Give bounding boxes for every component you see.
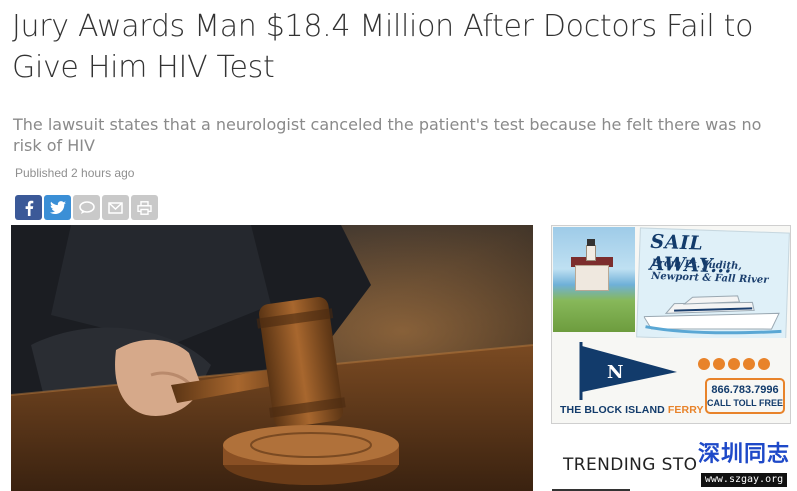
lighthouse-photo [553,227,635,332]
article-hero-image [11,225,533,491]
watermark-url: www.szgay.org [700,473,788,487]
comments-button[interactable] [73,195,100,220]
facebook-share-button[interactable] [15,195,42,220]
email-share-button[interactable] [102,195,129,220]
published-time: Published 2 hours ago [15,166,135,180]
ad-brand-accent: FERRY [667,404,704,416]
ferry-advertisement[interactable]: SAIL AWAY... From Pt. Judith, Newport & … [551,225,791,424]
ad-route: From Pt. Judith, Newport & Fall River [651,257,769,286]
gavel-image [11,225,533,491]
trending-stories-heading: TRENDING STO [563,455,698,475]
ad-brand-main: THE BLOCK ISLAND [560,404,665,416]
pinterest-icon [728,358,740,370]
printer-icon [137,200,152,215]
site-watermark: 深圳同志 www.szgay.org [692,441,796,489]
article-headline: Jury Awards Man $18.4 Million After Doct… [12,9,754,85]
comment-icon [78,200,95,214]
article-subheadline: The lawsuit states that a neurologist ca… [13,115,762,155]
twitter-icon [713,358,725,370]
ad-brand-name: THE BLOCK ISLAND FERRY [560,404,704,416]
watermark-chinese-text: 深圳同志 [697,442,790,467]
ad-social-icons [698,358,770,370]
ferry-pennant-icon: N [579,342,677,400]
instagram-icon [743,358,755,370]
svg-text:N: N [607,362,623,383]
facebook-icon [698,358,710,370]
facebook-icon [25,200,33,216]
print-button[interactable] [131,195,158,220]
ad-phone-box: 866.783.7996 CALL TOLL FREE [705,378,785,414]
ad-tollfree-label: CALL TOLL FREE [707,398,784,408]
ad-postcard: SAIL AWAY... From Pt. Judith, Newport & … [636,227,790,343]
ad-phone-number: 866.783.7996 [711,384,779,396]
ferry-boat-icon [643,295,782,335]
share-bar [15,195,158,220]
twitter-share-button[interactable] [44,195,71,220]
envelope-icon [108,201,123,214]
tripadvisor-icon [758,358,770,370]
twitter-icon [49,200,66,214]
